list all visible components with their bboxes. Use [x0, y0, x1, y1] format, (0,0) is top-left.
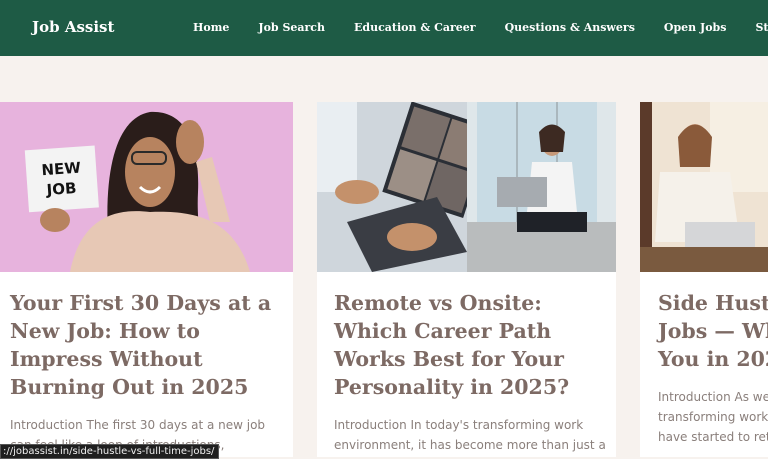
remote-vs-onsite-photo	[317, 102, 616, 272]
nav-education-career[interactable]: Education & Career	[354, 21, 476, 34]
nav-job-search[interactable]: Job Search	[258, 21, 325, 34]
main-menu: Home Job Search Education & Career Quest…	[193, 21, 768, 34]
article-card[interactable]: NEW JOB Your First 30 Days at a New Job:…	[0, 102, 293, 457]
article-card[interactable]: Remote vs Onsite: Which Career Path Work…	[317, 102, 616, 457]
article-title[interactable]: Side Hustle Jobs — Wh You in 202	[658, 289, 768, 373]
top-navbar: Job Assist Home Job Search Education & C…	[0, 0, 768, 56]
nav-stories[interactable]: Stories	[755, 21, 768, 34]
nav-open-jobs[interactable]: Open Jobs	[664, 21, 727, 34]
article-thumbnail[interactable]	[317, 102, 616, 272]
article-thumbnail[interactable]	[640, 102, 768, 272]
article-card[interactable]: Side Hustle Jobs — Wh You in 202 Introdu…	[640, 102, 768, 457]
svg-text:NEW: NEW	[41, 159, 82, 180]
site-logo[interactable]: Job Assist	[32, 18, 114, 36]
article-excerpt: Introduction As we transforming work hav…	[658, 390, 768, 444]
article-title[interactable]: Remote vs Onsite: Which Career Path Work…	[334, 289, 614, 401]
article-title[interactable]: Your First 30 Days at a New Job: How to …	[10, 289, 290, 401]
side-hustle-photo	[640, 102, 768, 272]
svg-text:JOB: JOB	[45, 179, 77, 199]
nav-home[interactable]: Home	[193, 21, 229, 34]
article-excerpt: Introduction In today's transforming wor…	[334, 418, 606, 452]
article-thumbnail[interactable]: NEW JOB	[0, 102, 293, 272]
nav-questions-answers[interactable]: Questions & Answers	[505, 21, 635, 34]
new-job-photo: NEW JOB	[0, 102, 293, 272]
